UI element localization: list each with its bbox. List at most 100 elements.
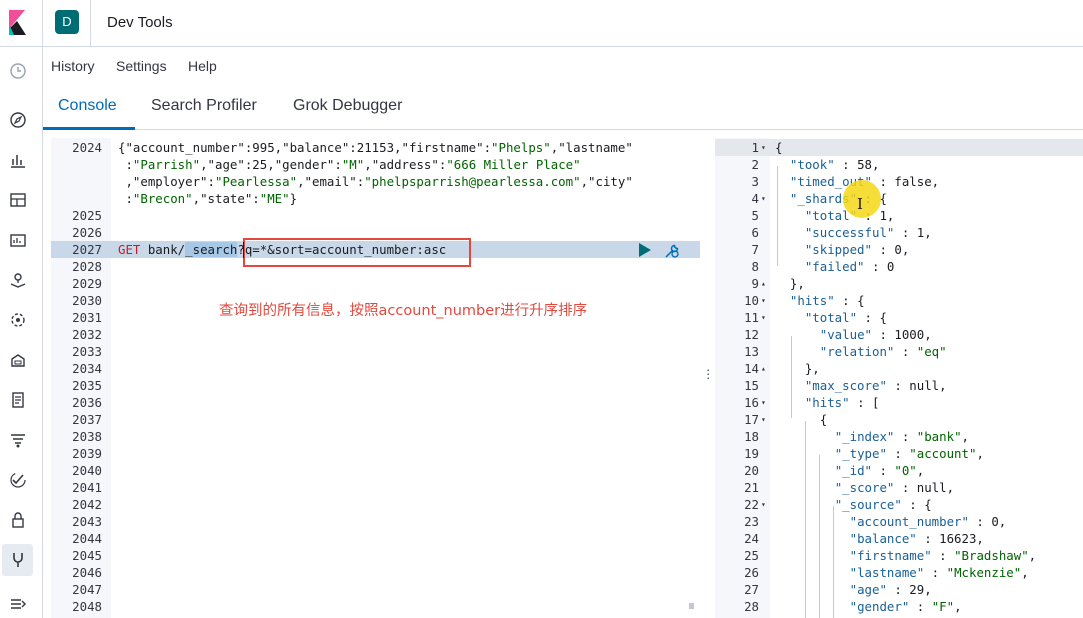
splitter-handle-icon[interactable]: · · · [706,363,710,384]
editor-line[interactable]: 2034 [51,360,700,377]
apm-icon[interactable] [8,430,28,450]
dev-tools-icon[interactable] [8,550,28,570]
editor-line[interactable]: 2043 [51,513,700,530]
code-token: "gender" [849,599,910,614]
editor-line[interactable]: 2032 [51,326,700,343]
line-number: 6 [751,225,759,240]
code-token: "M" [341,157,365,172]
settings-link[interactable]: Settings [116,58,167,74]
kibana-logo[interactable] [0,0,43,47]
output-line: 24 "balance" : 16623, [715,530,1083,547]
code-token: "email" [304,174,357,189]
editor-line[interactable]: 2048 [51,598,700,615]
code-token: , [364,157,372,172]
code-token: : 0, [871,242,910,257]
maps-icon[interactable] [8,270,28,290]
output-line: 25 "firstname" : "Bradshaw", [715,547,1083,564]
line-number: 10 [744,293,759,308]
code-token: _search [185,242,238,257]
editor-line[interactable]: 2037 [51,411,700,428]
fold-toggle-icon[interactable]: ▾ [761,496,766,513]
editor-line[interactable]: 2025 [51,207,700,224]
code-token: : [931,548,955,563]
response-output[interactable]: 1 ▾{2 "took" : 58, 3 "timed_out" : false, 4… [715,138,1083,618]
wrench-icon[interactable] [663,242,681,260]
editor-line[interactable]: 2044 [51,530,700,547]
code-token: "eq" [916,344,947,359]
editor-line[interactable]: 2041 [51,479,700,496]
output-line: 3 "timed_out" : false, [715,173,1083,190]
code-token: , [580,174,589,189]
side-nav [0,47,43,618]
line-number: 22 [744,497,759,512]
visualize-icon[interactable] [8,150,28,170]
editor-line[interactable]: 2024 {"account_number":995,"balance":2115… [51,139,700,156]
logs-icon[interactable] [8,390,28,410]
code-token: : false, [871,174,940,189]
fold-toggle-icon[interactable]: ▾ [761,411,766,428]
fold-toggle-icon[interactable]: ▴ [761,360,766,377]
ml-icon[interactable] [8,310,28,330]
tab-search-profiler[interactable]: Search Profiler [151,97,257,115]
infrastructure-icon[interactable] [8,350,28,370]
canvas-icon[interactable] [8,230,28,250]
editor-line[interactable]: 2040 [51,462,700,479]
dashboard-icon[interactable] [8,190,28,210]
code-token: "failed" [804,259,865,274]
line-number: 2046 [72,565,102,580]
space-avatar[interactable]: D [55,10,79,34]
code-token: : [252,191,260,206]
clock-icon[interactable] [8,61,28,81]
editor-scrollbar[interactable] [689,603,694,609]
tab-grok-debugger[interactable]: Grok Debugger [293,97,402,115]
fold-toggle-icon[interactable]: ▴ [761,275,766,292]
editor-line[interactable]: :"Brecon","state":"ME"} [51,190,700,207]
console-editor[interactable]: 2024 {"account_number":995,"balance":2115… [51,138,700,618]
top-menu: History Settings Help [43,47,1083,85]
editor-line[interactable]: 2047 [51,581,700,598]
siem-icon[interactable] [8,510,28,530]
code-text: "age" : 29, [775,581,932,598]
output-line: 5 "total" : 1, [715,207,1083,224]
code-text: {"account_number":995,"balance":21153,"f… [118,139,633,156]
editor-line[interactable]: 2039 [51,445,700,462]
fold-toggle-icon[interactable]: ▾ [761,292,766,309]
code-token: :21153, [349,140,402,155]
editor-line[interactable]: 2045 [51,547,700,564]
line-number: 2027 [72,242,102,257]
editor-line[interactable]: 2038 [51,428,700,445]
editor-line[interactable]: 2033 [51,343,700,360]
line-number: 2048 [72,599,102,614]
editor-line[interactable]: :"Parrish","age":25,"gender":"M","addres… [51,156,700,173]
editor-line[interactable]: 2035 [51,377,700,394]
fold-toggle-icon[interactable]: ▾ [761,190,766,207]
line-number: 24 [744,531,759,546]
help-link[interactable]: Help [188,58,217,74]
editor-line[interactable]: ,"employer":"Pearlessa","email":"phelpsp… [51,173,700,190]
code-token: "gender" [274,157,335,172]
editor-line[interactable]: 2046 [51,564,700,581]
code-token: : { [901,497,932,512]
tab-console[interactable]: Console [58,97,117,115]
line-number: 2037 [72,412,102,427]
editor-line[interactable]: 2042 [51,496,700,513]
line-number: 28 [744,599,759,614]
editor-line[interactable]: 2029 [51,275,700,292]
fold-toggle-icon[interactable]: ▾ [761,394,766,411]
collapse-menu-icon[interactable] [8,594,28,614]
editor-line[interactable]: 2036 [51,394,700,411]
line-number: 20 [744,463,759,478]
fold-toggle-icon[interactable]: ▾ [761,309,766,326]
play-icon[interactable] [638,243,652,257]
line-number: 2036 [72,395,102,410]
line-number: 15 [744,378,759,393]
discover-compass-icon[interactable] [8,110,28,130]
fold-toggle-icon[interactable]: ▾ [761,139,766,156]
code-token: }, [775,276,805,291]
uptime-icon[interactable] [8,470,28,490]
code-token: , [297,174,305,189]
history-link[interactable]: History [51,58,95,74]
